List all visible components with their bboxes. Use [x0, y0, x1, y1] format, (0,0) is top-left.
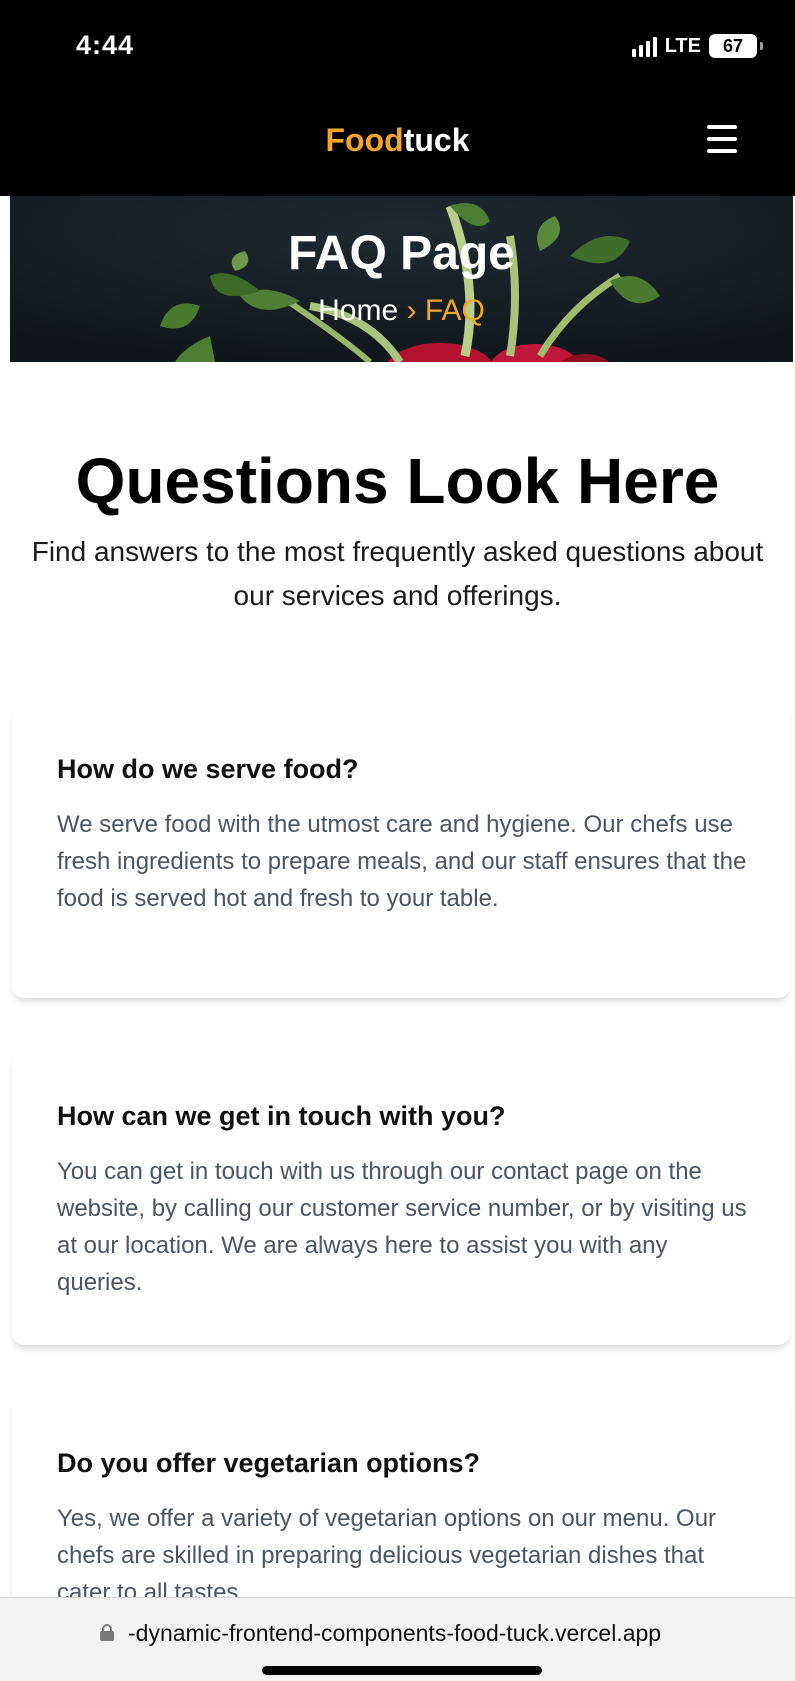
- home-indicator[interactable]: [262, 1666, 542, 1675]
- status-bar: 4:44 LTE 67: [0, 0, 795, 100]
- logo-rest: tuck: [403, 122, 470, 158]
- section-subtitle: Find answers to the most frequently aske…: [31, 536, 764, 611]
- faq-card[interactable]: How can we get in touch with you? You ca…: [12, 1053, 790, 1345]
- battery-level: 67: [722, 35, 744, 56]
- breadcrumb-separator: ›: [406, 294, 417, 327]
- signal-icon: [631, 35, 657, 57]
- breadcrumb-current: FAQ: [424, 294, 485, 327]
- site-logo[interactable]: Foodtuck: [0, 122, 795, 159]
- faq-answer: You can get in touch with us through our…: [57, 1158, 747, 1296]
- url-text[interactable]: -dynamic-frontend-components-food-tuck.v…: [122, 1620, 661, 1647]
- hero-banner: FAQ Page Home › FAQ: [10, 196, 793, 362]
- faq-answer: Yes, we offer a variety of vegetarian op…: [57, 1505, 717, 1606]
- section-title: Questions Look Here: [75, 445, 720, 517]
- hero-title: FAQ Page: [288, 227, 515, 280]
- network-label: LTE: [664, 34, 701, 57]
- faq-answer: We serve food with the utmost care and h…: [57, 811, 747, 912]
- site-header: Foodtuck: [0, 100, 795, 196]
- hamburger-menu-icon[interactable]: [707, 125, 737, 153]
- battery-icon: 67: [709, 34, 763, 58]
- breadcrumb: Home › FAQ: [10, 294, 793, 328]
- faq-question: How do we serve food?: [57, 754, 359, 784]
- status-time: 4:44: [76, 30, 135, 60]
- lock-icon: [100, 1624, 114, 1642]
- faq-question: How can we get in touch with you?: [57, 1101, 506, 1131]
- faq-question: Do you offer vegetarian options?: [57, 1448, 481, 1478]
- faq-card[interactable]: How do we serve food? We serve food with…: [12, 706, 790, 998]
- breadcrumb-home-link[interactable]: Home: [318, 294, 398, 327]
- status-indicators: LTE 67: [631, 34, 763, 58]
- logo-accent: Food: [325, 122, 404, 158]
